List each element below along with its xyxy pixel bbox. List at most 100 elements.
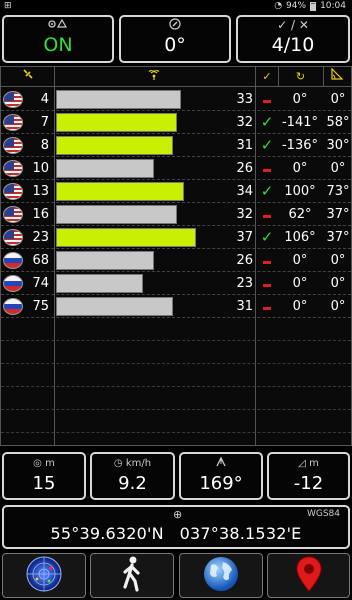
wifi-icon: ◔ <box>274 1 283 11</box>
signal-strength: 32 <box>236 207 253 222</box>
us-flag-icon <box>3 229 23 246</box>
empty-row <box>1 318 351 341</box>
signal-bar <box>56 251 154 270</box>
latitude: 55°39.6320'N <box>50 524 164 543</box>
elevation-value: 30° <box>326 138 350 153</box>
signal-bar <box>56 297 173 316</box>
speedometer-icon: ◷ <box>113 458 123 469</box>
table-row: 16 32 62° 37° <box>1 203 351 226</box>
empty-row <box>1 410 351 433</box>
signal-strength: 31 <box>236 138 253 153</box>
satellite-prn: 74 <box>32 276 49 291</box>
azimuth-value: -141° <box>281 115 318 130</box>
signal-bar <box>56 228 196 247</box>
satellite-prn: 23 <box>32 230 49 245</box>
signal-bar <box>56 205 177 224</box>
used-check-icon: ✓ <box>260 228 274 246</box>
check-slash-icon: ✓ / ✕ <box>277 18 309 32</box>
signal-strength: 23 <box>236 276 253 291</box>
status-bar-right: ◔ 94% 10:04 <box>274 1 346 11</box>
signal-bar <box>56 274 143 293</box>
azimuth-icon: ↻ <box>295 70 306 83</box>
speed-value: 9.2 <box>118 473 147 494</box>
walking-person-icon <box>117 555 147 597</box>
satellite-prn: 16 <box>32 207 49 222</box>
satellites-count-box[interactable]: ✓ / ✕ 4/10 <box>236 15 350 63</box>
elevation-value: 37° <box>326 207 350 222</box>
bearing-box[interactable]: 0° <box>119 15 231 63</box>
battery-percent: 94% <box>286 1 307 11</box>
altitude-box[interactable]: ◎ m 15 <box>2 452 86 500</box>
radar-icon <box>25 555 63 597</box>
unused-dash-icon <box>257 88 277 111</box>
map-pin-button[interactable] <box>267 553 350 598</box>
walk-mode-button[interactable] <box>90 553 174 598</box>
elevation-value: 58° <box>326 115 350 130</box>
bearing-value: 0° <box>164 34 186 56</box>
radar-button[interactable] <box>2 553 86 598</box>
signal-bar <box>56 182 184 201</box>
signal-strength: 34 <box>236 184 253 199</box>
gps-status-box[interactable]: ON <box>2 15 114 63</box>
notification-icon: ⊞ <box>4 1 12 11</box>
satellite-prn: 10 <box>32 161 49 176</box>
signal-strength: 26 <box>236 161 253 176</box>
table-row: 74 23 0° 0° <box>1 272 351 295</box>
elevation-value: 0° <box>330 92 346 107</box>
empty-row <box>1 364 351 387</box>
elevation-value: 73° <box>326 184 350 199</box>
globe-small-icon: ⊕ <box>173 508 183 521</box>
globe-button[interactable] <box>179 553 263 598</box>
satellites-count-value: 4/10 <box>271 34 315 56</box>
vertical-value: -12 <box>293 473 324 494</box>
signal-bar <box>56 136 173 155</box>
satellite-prn: 13 <box>32 184 49 199</box>
altitude-unit: m <box>45 458 55 469</box>
satellite-prn: 75 <box>32 299 49 314</box>
azimuth-value: 0° <box>292 276 308 291</box>
course-label <box>181 456 261 472</box>
satellite-icon <box>1 67 54 87</box>
speed-box[interactable]: ◷ km/h 9.2 <box>90 452 175 500</box>
signal-strength: 31 <box>236 299 253 314</box>
vertical-box[interactable]: ◿ m -12 <box>267 452 350 500</box>
check-icon: ✓ <box>262 70 272 83</box>
globe-icon <box>202 555 240 597</box>
datum-label: WGS84 <box>306 509 340 519</box>
used-check-icon: ✓ <box>260 136 274 154</box>
empty-row <box>1 387 351 410</box>
gps-signal-icon <box>4 18 112 32</box>
signal-bar <box>56 90 181 109</box>
altitude-icon: ◎ <box>33 458 42 469</box>
status-bar: ⊞ ◔ 94% 10:04 <box>0 0 352 13</box>
azimuth-value: 100° <box>284 184 316 199</box>
map-pin-icon <box>295 555 323 597</box>
azimuth-value: 0° <box>292 161 308 176</box>
table-row: 68 26 0° 0° <box>1 249 351 272</box>
satellite-prn: 7 <box>40 115 49 130</box>
us-flag-icon <box>3 183 23 200</box>
elevation-value: 0° <box>330 161 346 176</box>
signal-strength: 32 <box>236 115 253 130</box>
signal-strength: 26 <box>236 253 253 268</box>
satellite-prn: 4 <box>40 92 49 107</box>
satellite-prn: 8 <box>40 138 49 153</box>
table-row: 10 26 0° 0° <box>1 157 351 180</box>
elevation-value: 37° <box>326 230 350 245</box>
course-box[interactable]: 169° <box>179 452 263 500</box>
table-row: 7 32 ✓ -141° 58° <box>1 111 351 134</box>
us-flag-icon <box>3 206 23 223</box>
signal-bar <box>56 159 154 178</box>
satellite-table: ✓ ↻ 4 33 0° 0° 7 32 ✓ -141° 58° 8 31 ✓ -136° 30° 10 26 0… <box>0 66 352 446</box>
compass-icon <box>121 18 229 32</box>
table-row: 13 34 ✓ 100° 73° <box>1 180 351 203</box>
azimuth-value: 106° <box>284 230 316 245</box>
coordinates-box[interactable]: ⊕ WGS84 55°39.6320'N 037°38.1532'E <box>2 505 350 549</box>
elevation-value: 0° <box>330 299 346 314</box>
table-row: 8 31 ✓ -136° 30° <box>1 134 351 157</box>
table-row: 23 37 ✓ 106° 37° <box>1 226 351 249</box>
signal-icon <box>54 67 254 87</box>
unused-dash-icon <box>257 203 277 226</box>
used-check-icon: ✓ <box>260 113 274 131</box>
coordinates-text: 55°39.6320'N 037°38.1532'E <box>4 524 348 543</box>
